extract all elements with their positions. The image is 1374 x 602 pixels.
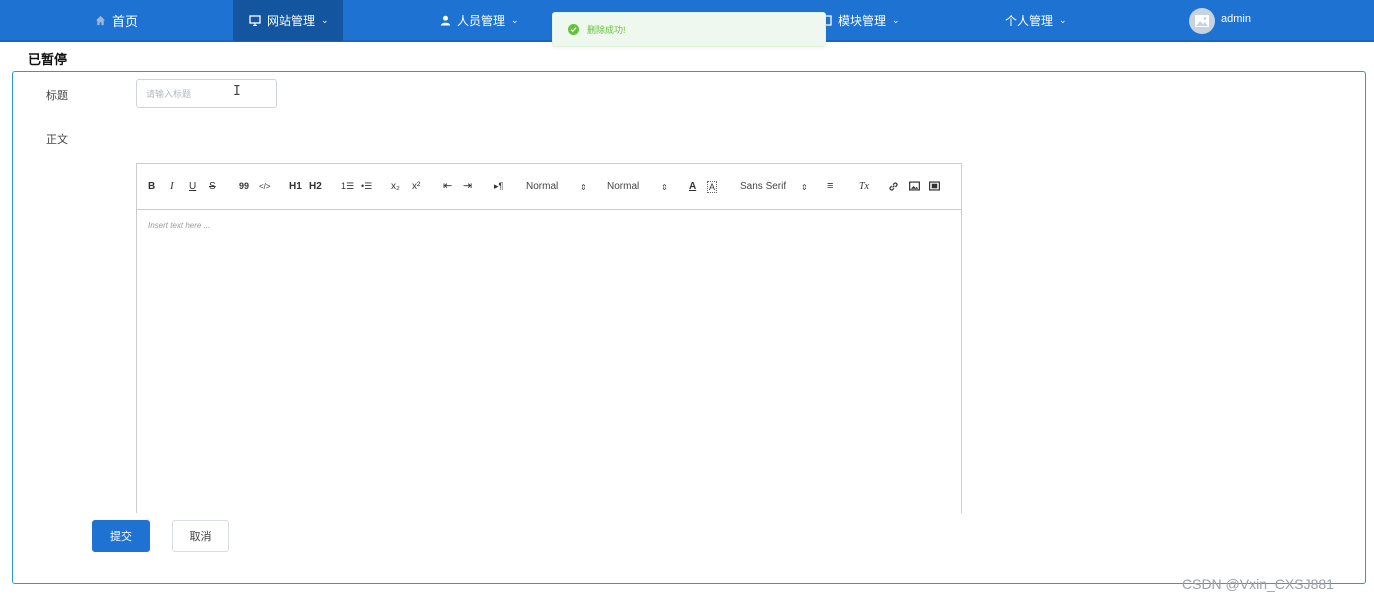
body-label: 正文 (46, 134, 68, 146)
nav-item-label: 人员管理 (457, 14, 506, 28)
link-icon[interactable] (888, 181, 899, 196)
check-circle-icon (568, 24, 579, 35)
header-select[interactable]: Normal (607, 180, 639, 193)
text-direction-button[interactable]: ▸¶ (494, 180, 503, 193)
page-title: 已暂停 (28, 52, 68, 67)
clean-format-button[interactable]: Tx (859, 180, 869, 193)
nav-item-module-management[interactable]: 模块管理 ⌄ (822, 0, 900, 41)
ordered-list-button[interactable]: 1☰ (341, 180, 354, 193)
nav-item-label: 个人管理 (1005, 14, 1054, 28)
select-arrows-icon: ⇕ (801, 183, 808, 192)
submit-button[interactable]: 提交 (92, 520, 150, 552)
superscript-button[interactable]: x² (412, 180, 420, 193)
align-button[interactable]: ≡ (827, 180, 833, 193)
nav-item-personnel-management[interactable]: 人员管理 ⌄ (440, 0, 519, 41)
strike-button[interactable]: S (209, 180, 216, 193)
monitor-icon (249, 15, 261, 26)
video-icon[interactable] (929, 181, 940, 195)
header-2-button[interactable]: H2 (309, 180, 322, 193)
nav-item-label: 网站管理 (267, 14, 316, 28)
select-arrows-icon: ⇕ (661, 183, 668, 192)
text-color-button[interactable]: A (689, 180, 696, 193)
nav-item-personal-management[interactable]: 个人管理 ⌄ (1005, 0, 1067, 41)
user-icon (440, 15, 451, 26)
size-select[interactable]: Normal (526, 180, 558, 193)
avatar[interactable] (1189, 8, 1215, 34)
editor-placeholder: Insert text here ... (148, 221, 211, 230)
image-icon[interactable] (909, 181, 920, 195)
code-block-button[interactable]: </> (259, 180, 271, 193)
font-select[interactable]: Sans Serif (740, 180, 786, 193)
bold-button[interactable]: B (148, 180, 155, 193)
select-arrows-icon: ⇕ (580, 183, 587, 192)
title-label: 标题 (46, 90, 68, 102)
text-cursor-icon: I (233, 84, 241, 99)
editor-content-area[interactable]: Insert text here ... (137, 211, 961, 511)
underline-button[interactable]: U (189, 180, 196, 193)
chevron-down-icon: ⌄ (1059, 15, 1067, 25)
rich-text-editor: B I U S 99 </> H1 H2 1☰ •☰ x₂ x² ⇤ ⇥ ▸¶ … (136, 163, 962, 513)
chevron-down-icon: ⌄ (511, 15, 519, 25)
home-icon (95, 15, 106, 26)
bullet-list-button[interactable]: •☰ (361, 180, 372, 193)
cancel-button[interactable]: 取消 (172, 520, 229, 552)
toast-message: 删除成功! (587, 25, 626, 35)
title-input[interactable] (136, 79, 277, 108)
watermark: CSDN @Vxin_CXSJ881 (1182, 576, 1334, 592)
chevron-down-icon: ⌄ (321, 15, 329, 25)
nav-item-label: 首页 (112, 14, 139, 29)
username-label[interactable]: admin (1221, 13, 1251, 25)
nav-item-label: 模块管理 (838, 14, 887, 28)
background-color-button[interactable]: A (707, 181, 718, 193)
success-toast: 删除成功! (552, 12, 826, 47)
image-placeholder-icon (1195, 15, 1209, 27)
nav-item-home[interactable]: 首页 (95, 0, 138, 41)
subscript-button[interactable]: x₂ (391, 180, 400, 193)
indent-button[interactable]: ⇥ (463, 180, 472, 193)
header-1-button[interactable]: H1 (289, 180, 302, 193)
chevron-down-icon: ⌄ (892, 15, 900, 25)
italic-button[interactable]: I (170, 180, 174, 193)
outdent-button[interactable]: ⇤ (443, 180, 452, 193)
editor-toolbar: B I U S 99 </> H1 H2 1☰ •☰ x₂ x² ⇤ ⇥ ▸¶ … (137, 164, 961, 210)
blockquote-button[interactable]: 99 (239, 180, 249, 193)
nav-item-website-management[interactable]: 网站管理 ⌄ (233, 0, 343, 41)
